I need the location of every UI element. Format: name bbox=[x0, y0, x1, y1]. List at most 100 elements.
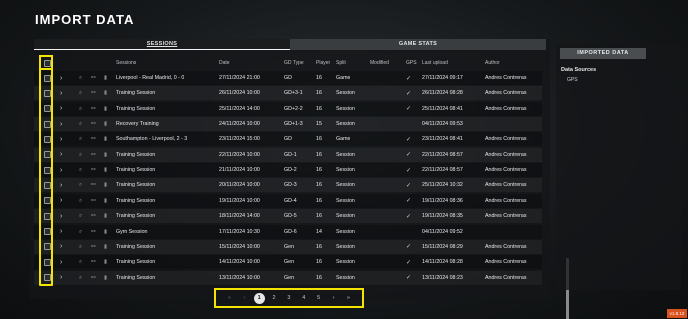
chevron-right-icon[interactable]: › bbox=[60, 90, 62, 97]
column-header[interactable]: GPS bbox=[406, 60, 417, 66]
trash-icon[interactable]: ▮ bbox=[104, 244, 107, 250]
cell-gd: Gen bbox=[284, 243, 295, 250]
chevron-right-icon[interactable]: › bbox=[60, 259, 62, 266]
link-icon[interactable]: ⚯ bbox=[91, 213, 96, 219]
cell-player: 16 bbox=[316, 274, 322, 281]
search-icon[interactable]: ⌕ bbox=[79, 244, 82, 250]
page-button-4[interactable]: 4 bbox=[298, 293, 309, 304]
search-icon[interactable]: ⌕ bbox=[79, 121, 82, 127]
link-icon[interactable]: ⚯ bbox=[91, 136, 96, 142]
search-icon[interactable]: ⌕ bbox=[79, 213, 82, 219]
search-icon[interactable]: ⌕ bbox=[79, 198, 82, 204]
link-icon[interactable]: ⚯ bbox=[91, 167, 96, 173]
link-icon[interactable]: ⚯ bbox=[91, 244, 96, 250]
link-icon[interactable]: ⚯ bbox=[91, 182, 96, 188]
search-icon[interactable]: ⌕ bbox=[79, 152, 82, 158]
column-header[interactable]: GD Type bbox=[284, 60, 304, 66]
page-button-1[interactable]: 1 bbox=[253, 292, 265, 304]
trash-icon[interactable]: ▮ bbox=[104, 90, 107, 96]
table-row[interactable]: › ⌕ ⚯ ▮ Southampton - Liverpool, 2 - 3 23/11/… bbox=[34, 132, 542, 147]
search-icon[interactable]: ⌕ bbox=[79, 259, 82, 265]
link-icon[interactable]: ⚯ bbox=[91, 259, 96, 265]
prev-page-button[interactable]: ‹ bbox=[239, 293, 250, 304]
cell-date: 22/11/2024 10:00 bbox=[219, 151, 260, 158]
chevron-right-icon[interactable]: › bbox=[60, 182, 62, 189]
column-header[interactable]: Player bbox=[316, 60, 330, 66]
table-row[interactable]: › ⌕ ⚯ ▮ Training Session 20/11/2024 10:00 GD-3… bbox=[34, 178, 542, 193]
link-icon[interactable]: ⚯ bbox=[91, 152, 96, 158]
trash-icon[interactable]: ▮ bbox=[104, 106, 107, 112]
table-row[interactable]: › ⌕ ⚯ ▮ Liverpool - Real Madrid, 0 - 0 27/11/… bbox=[34, 71, 542, 85]
tab-game-stats[interactable]: GAME STATS bbox=[290, 39, 546, 50]
trash-icon[interactable]: ▮ bbox=[104, 75, 107, 81]
search-icon[interactable]: ⌕ bbox=[79, 90, 82, 96]
column-header[interactable]: Author bbox=[485, 60, 500, 66]
table-row[interactable]: › ⌕ ⚯ ▮ Training Session 15/11/2024 10:00 Gen 1… bbox=[34, 239, 542, 254]
page-button-5[interactable]: 5 bbox=[313, 293, 324, 304]
trash-icon[interactable]: ▮ bbox=[104, 136, 107, 142]
search-icon[interactable]: ⌕ bbox=[79, 75, 82, 81]
search-icon[interactable]: ⌕ bbox=[79, 106, 82, 112]
chevron-right-icon[interactable]: › bbox=[60, 167, 62, 174]
search-icon[interactable]: ⌕ bbox=[79, 136, 82, 142]
cell-gps: ✓ bbox=[406, 244, 412, 251]
search-icon[interactable]: ⌕ bbox=[79, 182, 82, 188]
page-button-3[interactable]: 3 bbox=[283, 293, 294, 304]
cell-session: Training Session bbox=[116, 259, 156, 266]
search-icon[interactable]: ⌕ bbox=[79, 275, 82, 281]
column-header[interactable]: Split bbox=[336, 60, 346, 66]
link-icon[interactable]: ⚯ bbox=[91, 229, 96, 235]
column-header[interactable]: Date bbox=[219, 60, 230, 66]
chevron-right-icon[interactable]: › bbox=[60, 197, 62, 204]
link-icon[interactable]: ⚯ bbox=[91, 275, 96, 281]
trash-icon[interactable]: ▮ bbox=[104, 167, 107, 173]
chevron-right-icon[interactable]: › bbox=[60, 151, 62, 158]
table-row[interactable]: › ⌕ ⚯ ▮ Training Session 26/11/2024 10:00 GD+3… bbox=[34, 86, 542, 101]
table-row[interactable]: › ⌕ ⚯ ▮ Gym Session 17/11/2024 10:30 GD-6 14 Ses… bbox=[34, 224, 542, 239]
table-row[interactable]: › ⌕ ⚯ ▮ Training Session 25/11/2024 14:00 GD+2… bbox=[34, 101, 542, 116]
link-icon[interactable]: ⚯ bbox=[91, 75, 96, 81]
chevron-right-icon[interactable]: › bbox=[60, 75, 62, 82]
table-row[interactable]: › ⌕ ⚯ ▮ Training Session 13/11/2024 10:00 Gen 1… bbox=[34, 270, 542, 285]
link-icon[interactable]: ⚯ bbox=[91, 121, 96, 127]
trash-icon[interactable]: ▮ bbox=[104, 152, 107, 158]
trash-icon[interactable]: ▮ bbox=[104, 182, 107, 188]
trash-icon[interactable]: ▮ bbox=[104, 275, 107, 281]
chevron-right-icon[interactable]: › bbox=[60, 136, 62, 143]
cell-gd: GD+1-3 bbox=[284, 121, 303, 128]
link-icon[interactable]: ⚯ bbox=[91, 106, 96, 112]
trash-icon[interactable]: ▮ bbox=[104, 121, 107, 127]
table-row[interactable]: › ⌕ ⚯ ▮ Training Session 22/11/2024 10:00 GD-1… bbox=[34, 147, 542, 162]
tab-sessions[interactable]: SESSIONS bbox=[34, 39, 290, 50]
search-icon[interactable]: ⌕ bbox=[79, 167, 82, 173]
link-icon[interactable]: ⚯ bbox=[91, 198, 96, 204]
last-page-button[interactable]: » bbox=[343, 293, 354, 304]
cell-player: 16 bbox=[316, 243, 322, 250]
page-button-2[interactable]: 2 bbox=[269, 293, 280, 304]
chevron-right-icon[interactable]: › bbox=[60, 121, 62, 128]
column-header[interactable]: Last upload bbox=[422, 60, 448, 66]
trash-icon[interactable]: ▮ bbox=[104, 259, 107, 265]
link-icon[interactable]: ⚯ bbox=[91, 90, 96, 96]
table-row[interactable]: › ⌕ ⚯ ▮ Training Session 14/11/2024 10:00 Gen 1… bbox=[34, 255, 542, 270]
chevron-right-icon[interactable]: › bbox=[60, 243, 62, 250]
trash-icon[interactable]: ▮ bbox=[104, 213, 107, 219]
table-row[interactable]: › ⌕ ⚯ ▮ Training Session 18/11/2024 14:00 GD-5… bbox=[34, 209, 542, 224]
data-source-gps[interactable]: GPS bbox=[567, 77, 578, 83]
column-header[interactable]: Sessions bbox=[116, 60, 136, 66]
cell-gps: ✓ bbox=[406, 213, 412, 220]
chevron-right-icon[interactable]: › bbox=[60, 274, 62, 281]
table-row[interactable]: › ⌕ ⚯ ▮ Training Session 21/11/2024 10:00 GD-2… bbox=[34, 163, 542, 178]
trash-icon[interactable]: ▮ bbox=[104, 198, 107, 204]
table-row[interactable]: › ⌕ ⚯ ▮ Recovery Training 24/11/2024 10:00 GD+… bbox=[34, 117, 542, 132]
first-page-button[interactable]: « bbox=[224, 293, 235, 304]
chevron-right-icon[interactable]: › bbox=[60, 105, 62, 112]
cell-session: Training Session bbox=[116, 274, 156, 281]
search-icon[interactable]: ⌕ bbox=[79, 229, 82, 235]
chevron-right-icon[interactable]: › bbox=[60, 213, 62, 220]
trash-icon[interactable]: ▮ bbox=[104, 229, 107, 235]
table-row[interactable]: › ⌕ ⚯ ▮ Training Session 19/11/2024 10:00 GD-4… bbox=[34, 193, 542, 208]
chevron-right-icon[interactable]: › bbox=[60, 228, 62, 235]
next-page-button[interactable]: › bbox=[328, 293, 339, 304]
column-header[interactable]: Modified bbox=[370, 60, 389, 66]
